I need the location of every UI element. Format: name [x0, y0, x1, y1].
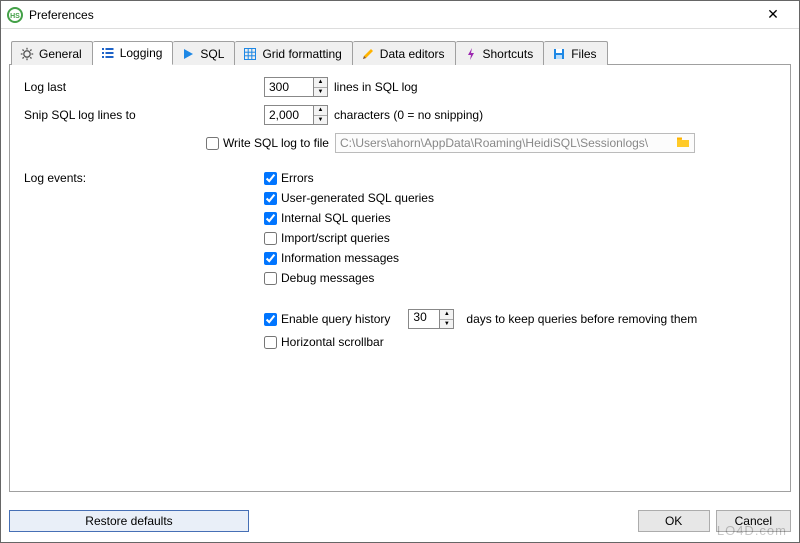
tab-label: Logging [120, 46, 163, 60]
write-log-checkbox[interactable]: Write SQL log to file [206, 136, 329, 150]
hscroll-checkbox[interactable]: Horizontal scrollbar [264, 335, 776, 349]
event-internal_sql-input[interactable] [264, 212, 277, 225]
write-log-label: Write SQL log to file [223, 136, 329, 150]
spinner[interactable]: ▲▼ [313, 106, 327, 124]
logging-page: Log last ▲▼ lines in SQL log Snip SQL lo… [9, 65, 791, 492]
log-file-path: C:\Users\ahorn\AppData\Roaming\HeidiSQL\… [340, 136, 648, 150]
grid-icon [243, 47, 257, 61]
log-last-input[interactable]: ▲▼ [264, 77, 328, 97]
snip-value[interactable] [265, 106, 313, 124]
snip-label: Snip SQL log lines to [24, 108, 264, 122]
client-area: General Logging SQL Grid formatting [9, 41, 791, 494]
tab-sql[interactable]: SQL [173, 41, 235, 65]
tab-data-editors[interactable]: Data editors [353, 41, 456, 65]
event-import-label: Import/script queries [281, 231, 390, 245]
preferences-window: HS Preferences ✕ General Logging [0, 0, 800, 543]
event-errors-input[interactable] [264, 172, 277, 185]
folder-icon[interactable] [676, 136, 690, 151]
restore-defaults-button[interactable]: Restore defaults [9, 510, 249, 532]
tab-label: Data editors [380, 47, 445, 61]
floppy-icon [552, 47, 566, 61]
tab-grid[interactable]: Grid formatting [235, 41, 352, 65]
log-last-value[interactable] [265, 78, 313, 96]
watermark: LO4D.com [717, 523, 787, 538]
tab-label: Files [571, 47, 596, 61]
history-days-input[interactable]: ▲▼ [408, 309, 454, 329]
pencil-icon [361, 47, 375, 61]
event-import-checkbox[interactable]: Import/script queries [264, 231, 776, 245]
tab-label: Grid formatting [262, 47, 341, 61]
event-user_sql-label: User-generated SQL queries [281, 191, 434, 205]
log-last-unit: lines in SQL log [334, 80, 418, 94]
log-file-path-box[interactable]: C:\Users\ahorn\AppData\Roaming\HeidiSQL\… [335, 133, 695, 153]
snip-input[interactable]: ▲▼ [264, 105, 328, 125]
tab-label: SQL [200, 47, 224, 61]
event-errors-checkbox[interactable]: Errors [264, 171, 776, 185]
tab-strip: General Logging SQL Grid formatting [9, 41, 791, 65]
bolt-icon [464, 47, 478, 61]
event-debug-checkbox[interactable]: Debug messages [264, 271, 776, 285]
tab-files[interactable]: Files [544, 41, 607, 65]
log-last-label: Log last [24, 80, 264, 94]
event-info-checkbox[interactable]: Information messages [264, 251, 776, 265]
svg-text:HS: HS [10, 13, 20, 20]
event-internal_sql-label: Internal SQL queries [281, 211, 391, 225]
event-errors-label: Errors [281, 171, 314, 185]
tab-label: Shortcuts [483, 47, 534, 61]
event-import-input[interactable] [264, 232, 277, 245]
button-bar: Restore defaults OK Cancel [9, 510, 791, 532]
event-debug-label: Debug messages [281, 271, 374, 285]
event-debug-input[interactable] [264, 272, 277, 285]
log-events-label: Log events: [24, 171, 264, 185]
hscroll-label: Horizontal scrollbar [281, 335, 384, 349]
history-label: Enable query history [281, 312, 390, 326]
tab-logging[interactable]: Logging [93, 41, 174, 65]
tab-label: General [39, 47, 82, 61]
history-checkbox[interactable] [264, 313, 277, 326]
list-icon [101, 46, 115, 60]
event-user_sql-input[interactable] [264, 192, 277, 205]
ok-button[interactable]: OK [638, 510, 710, 532]
event-info-input[interactable] [264, 252, 277, 265]
window-title: Preferences [29, 8, 753, 22]
event-internal_sql-checkbox[interactable]: Internal SQL queries [264, 211, 776, 225]
close-button[interactable]: ✕ [753, 3, 793, 27]
tab-shortcuts[interactable]: Shortcuts [456, 41, 545, 65]
snip-unit: characters (0 = no snipping) [334, 108, 483, 122]
enable-history-row: Enable query history ▲▼ days to keep que… [264, 309, 776, 329]
history-unit: days to keep queries before removing the… [466, 312, 697, 326]
event-user_sql-checkbox[interactable]: User-generated SQL queries [264, 191, 776, 205]
history-days-value[interactable] [409, 310, 439, 323]
titlebar: HS Preferences ✕ [1, 1, 799, 29]
app-icon: HS [7, 7, 23, 23]
write-log-check-input[interactable] [206, 137, 219, 150]
spinner[interactable]: ▲▼ [439, 310, 453, 328]
gear-icon [20, 47, 34, 61]
event-info-label: Information messages [281, 251, 399, 265]
play-icon [181, 47, 195, 61]
hscroll-check-input[interactable] [264, 336, 277, 349]
spinner[interactable]: ▲▼ [313, 78, 327, 96]
tab-general[interactable]: General [11, 41, 93, 65]
log-events-group: Errors User-generated SQL queries Internal… [264, 171, 776, 291]
